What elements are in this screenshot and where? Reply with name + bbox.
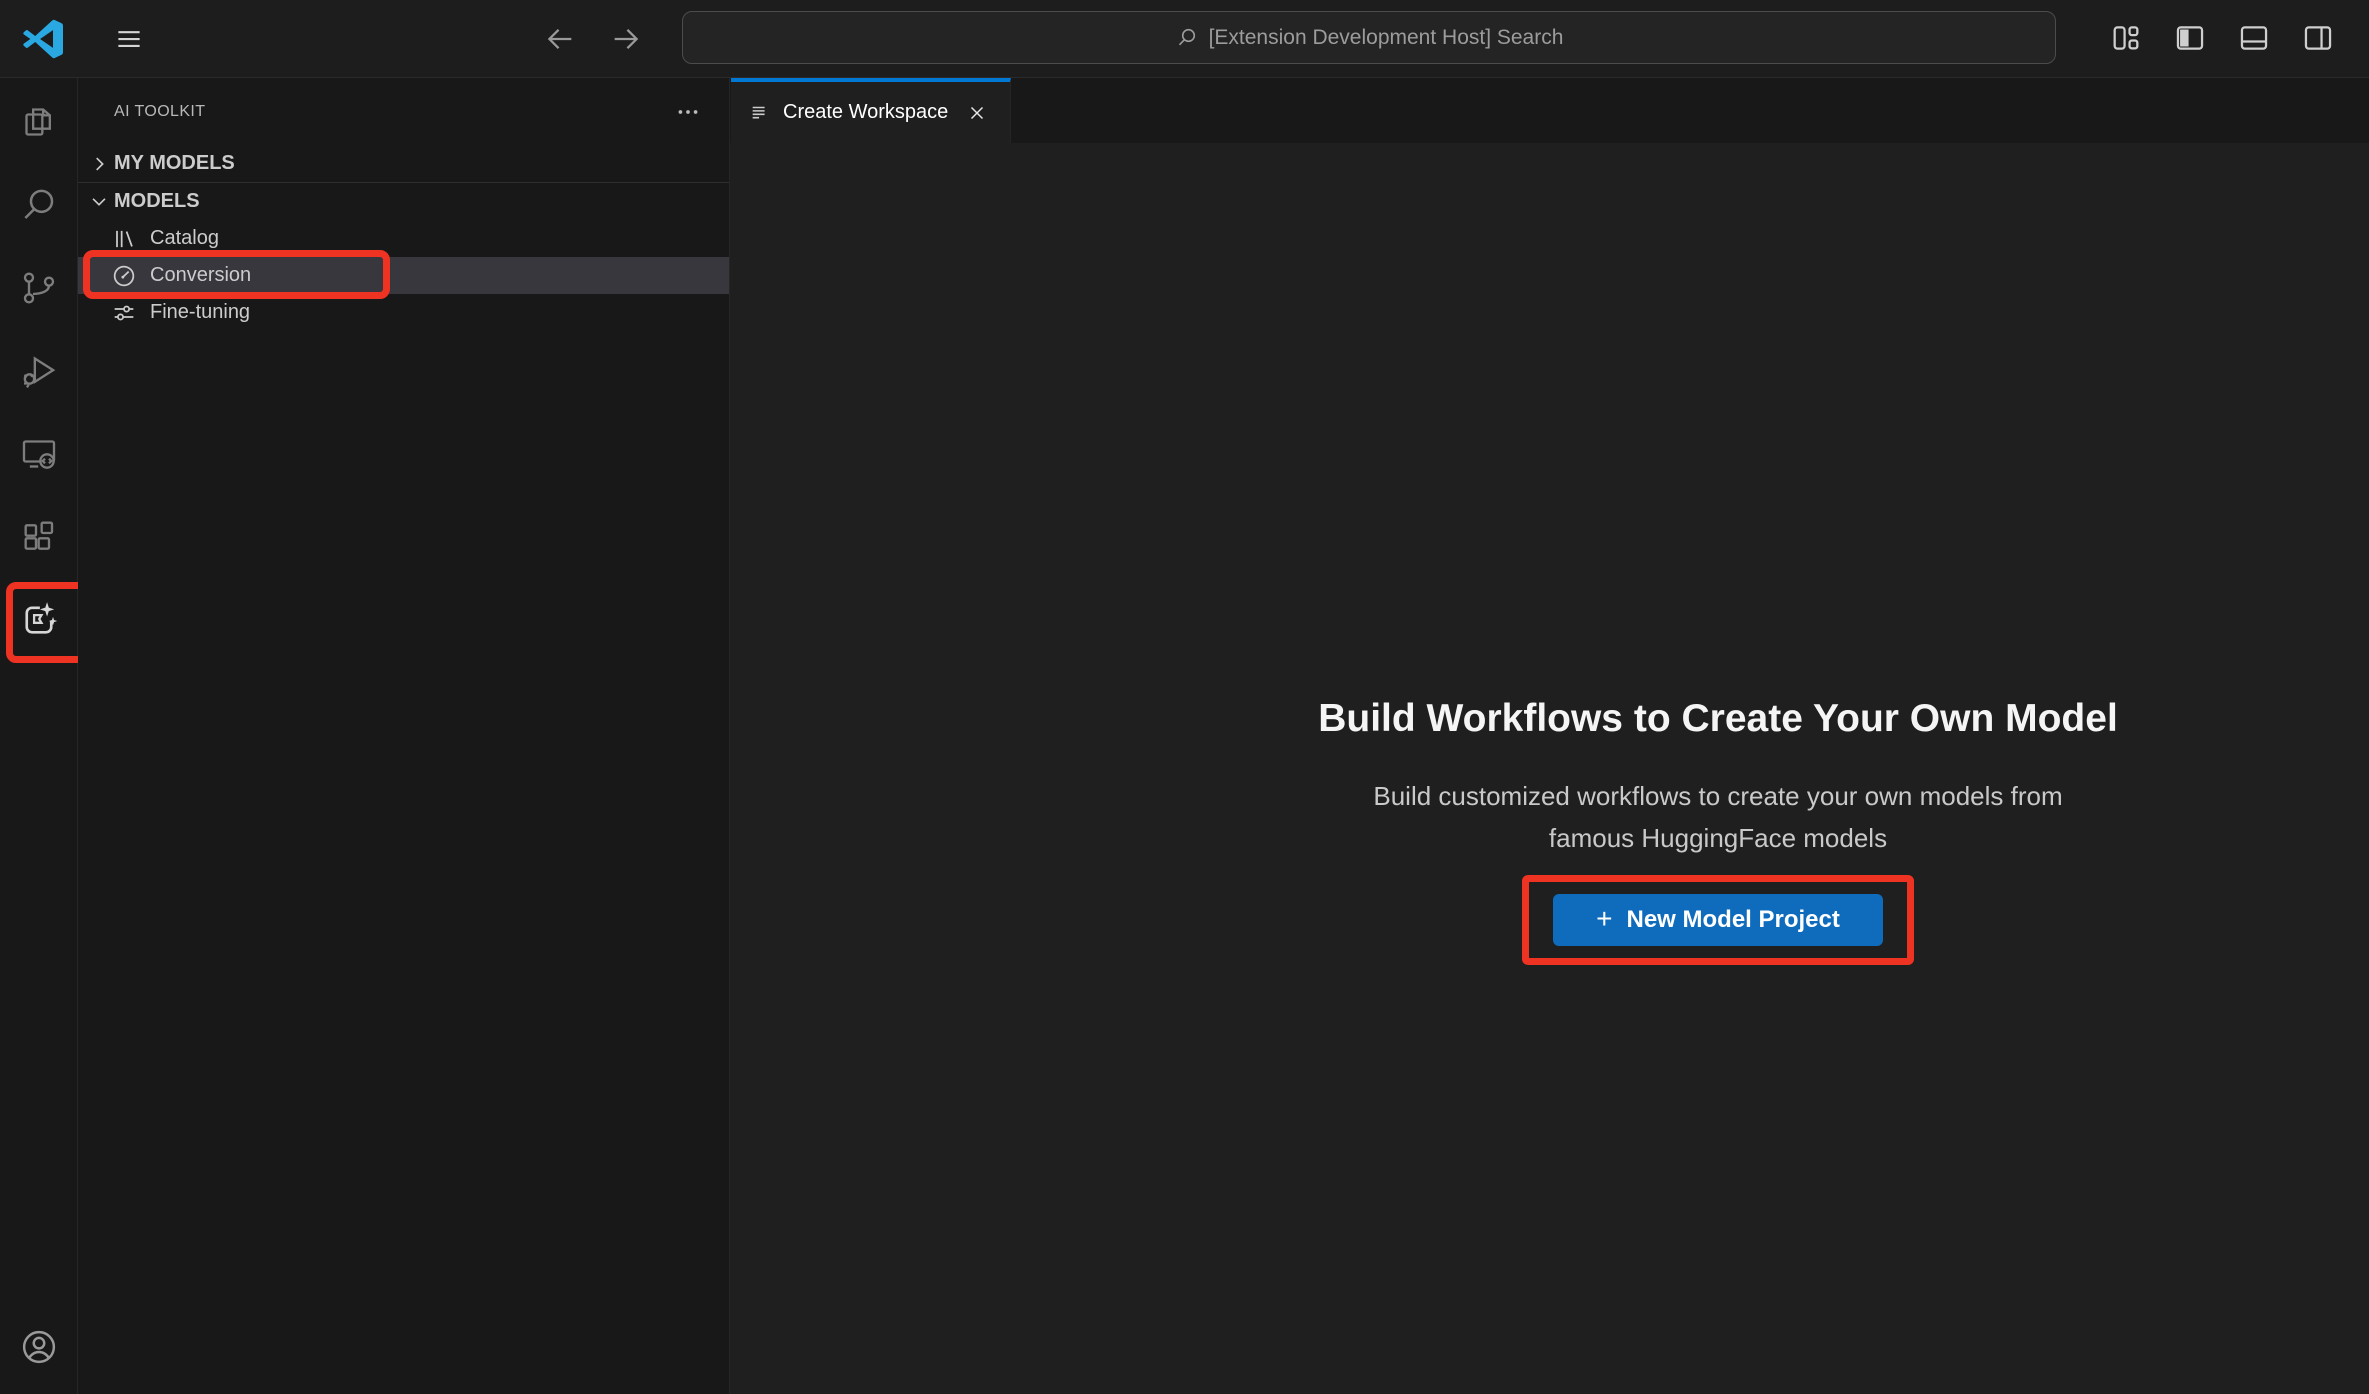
annotation-box-new-model-project: + New Model Project xyxy=(1522,875,1914,965)
accounts-button[interactable] xyxy=(0,1322,78,1372)
debug-icon xyxy=(19,351,59,391)
plus-icon: + xyxy=(1596,905,1612,933)
nav-back-icon[interactable] xyxy=(540,20,580,58)
activity-search[interactable] xyxy=(0,163,78,246)
hero-block: Build Workflows to Create Your Own Model… xyxy=(1268,695,2168,965)
extensions-icon xyxy=(19,517,59,557)
title-bar: [Extension Development Host] Search xyxy=(0,0,2369,78)
button-label: New Model Project xyxy=(1626,906,1839,934)
vscode-logo xyxy=(23,19,63,59)
hero-subtitle: Build customized workflows to create you… xyxy=(1268,775,2168,859)
tree-item-catalog[interactable]: Catalog xyxy=(78,220,729,257)
tab-label: Create Workspace xyxy=(783,101,948,124)
section-label: MY MODELS xyxy=(114,152,235,175)
search-icon xyxy=(1175,26,1199,50)
more-actions-button[interactable] xyxy=(675,99,701,125)
account-icon xyxy=(18,1326,60,1368)
nav-forward-icon[interactable] xyxy=(606,20,646,58)
chevron-right-icon xyxy=(86,151,112,177)
activity-bar xyxy=(0,78,78,1394)
command-center-search[interactable]: [Extension Development Host] Search xyxy=(682,11,2056,64)
layout-controls xyxy=(2108,18,2336,58)
chevron-down-icon xyxy=(86,189,112,215)
tree-item-label: Conversion xyxy=(150,264,251,287)
ellipsis-icon xyxy=(675,99,701,125)
library-icon xyxy=(110,225,138,253)
editor-group: Create Workspace Build Workflows to Crea… xyxy=(730,78,2369,1394)
tree-item-fine-tuning[interactable]: Fine-tuning xyxy=(78,294,729,331)
files-icon xyxy=(19,102,59,142)
tab-bar: Create Workspace xyxy=(730,78,2369,143)
search-placeholder: [Extension Development Host] Search xyxy=(1209,26,1564,50)
tree-item-label: Fine-tuning xyxy=(150,301,250,324)
editor-content: Build Workflows to Create Your Own Model… xyxy=(730,143,2369,1394)
activity-source-control[interactable] xyxy=(0,246,78,329)
new-model-project-button[interactable]: + New Model Project xyxy=(1553,894,1883,946)
ai-toolkit-icon xyxy=(18,599,60,641)
source-control-icon xyxy=(19,268,59,308)
toggle-secondary-sidebar-icon[interactable] xyxy=(2300,18,2336,58)
customize-layout-icon[interactable] xyxy=(2108,18,2144,58)
hero-heading: Build Workflows to Create Your Own Model xyxy=(1268,695,2168,743)
section-label: MODELS xyxy=(114,190,200,213)
activity-remote-explorer[interactable] xyxy=(0,412,78,495)
vscode-window: [Extension Development Host] Search xyxy=(0,0,2369,1394)
activity-run-debug[interactable] xyxy=(0,329,78,412)
activity-ai-toolkit[interactable] xyxy=(0,578,78,661)
settings-sliders-icon xyxy=(110,299,138,327)
activity-explorer[interactable] xyxy=(0,80,78,163)
sidebar-ai-toolkit: AI TOOLKIT MY MODELS MODELS Cat xyxy=(78,78,730,1394)
list-icon xyxy=(749,102,771,124)
tree-item-label: Catalog xyxy=(150,227,219,250)
activity-extensions[interactable] xyxy=(0,495,78,578)
sidebar-title: AI TOOLKIT xyxy=(114,103,675,121)
dashboard-icon xyxy=(110,262,138,290)
toggle-panel-icon[interactable] xyxy=(2236,18,2272,58)
tab-create-workspace[interactable]: Create Workspace xyxy=(731,78,1011,143)
section-models[interactable]: MODELS xyxy=(78,183,729,220)
toggle-primary-sidebar-icon[interactable] xyxy=(2172,18,2208,58)
close-icon[interactable] xyxy=(962,98,992,128)
search-icon xyxy=(19,185,59,225)
remote-explorer-icon xyxy=(19,434,59,474)
hamburger-menu-icon[interactable] xyxy=(108,21,150,57)
section-my-models[interactable]: MY MODELS xyxy=(78,145,729,182)
sidebar-header: AI TOOLKIT xyxy=(78,78,729,145)
tree-item-conversion[interactable]: Conversion xyxy=(78,257,729,294)
